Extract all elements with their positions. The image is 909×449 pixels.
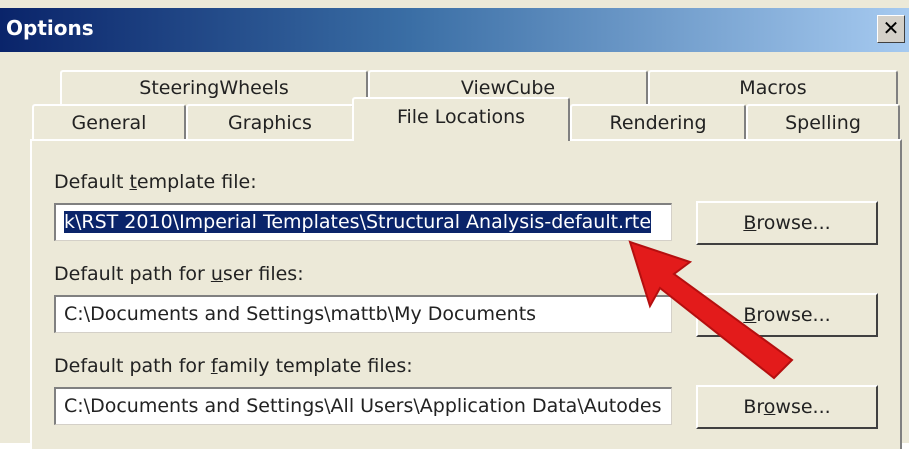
options-dialog: Options ✕ SteeringWheels ViewCube Macros…: [0, 0, 909, 449]
browse-family-template-button[interactable]: Browse...: [696, 385, 878, 429]
tab-label: Rendering: [609, 112, 707, 134]
tab-label: File Locations: [396, 106, 526, 128]
selected-text: k\RST 2010\Imperial Templates\Structural…: [64, 211, 652, 233]
default-template-file-input[interactable]: k\RST 2010\Imperial Templates\Structural…: [54, 203, 672, 241]
tab-label: General: [71, 112, 147, 134]
close-icon: ✕: [882, 16, 900, 40]
arrow-icon: [628, 240, 794, 380]
default-family-template-input[interactable]: C:\Documents and Settings\All Users\Appl…: [54, 387, 672, 425]
tab-label: ViewCube: [460, 77, 556, 99]
tab-file-locations[interactable]: File Locations: [352, 97, 570, 141]
tab-rendering[interactable]: Rendering: [570, 104, 746, 140]
close-button[interactable]: ✕: [877, 15, 905, 43]
title-bar: Options ✕: [0, 8, 909, 52]
tab-graphics[interactable]: Graphics: [186, 104, 354, 140]
tab-label: Graphics: [228, 112, 312, 134]
tab-label: Macros: [739, 77, 807, 99]
default-user-files-label: Default path for user files:: [54, 263, 304, 285]
default-user-files-input[interactable]: C:\Documents and Settings\mattb\My Docum…: [54, 295, 672, 333]
tab-label: Spelling: [785, 112, 861, 134]
dialog-title: Options: [6, 16, 94, 40]
tab-macros[interactable]: Macros: [648, 70, 898, 104]
tab-spelling[interactable]: Spelling: [746, 104, 900, 140]
tab-label: SteeringWheels: [139, 77, 289, 99]
red-arrow-annotation: [628, 240, 794, 380]
default-family-template-label: Default path for family template files:: [54, 355, 413, 377]
default-template-file-label: Default template file:: [54, 171, 257, 193]
tab-general[interactable]: General: [32, 104, 186, 140]
tab-steeringwheels[interactable]: SteeringWheels: [60, 70, 368, 104]
